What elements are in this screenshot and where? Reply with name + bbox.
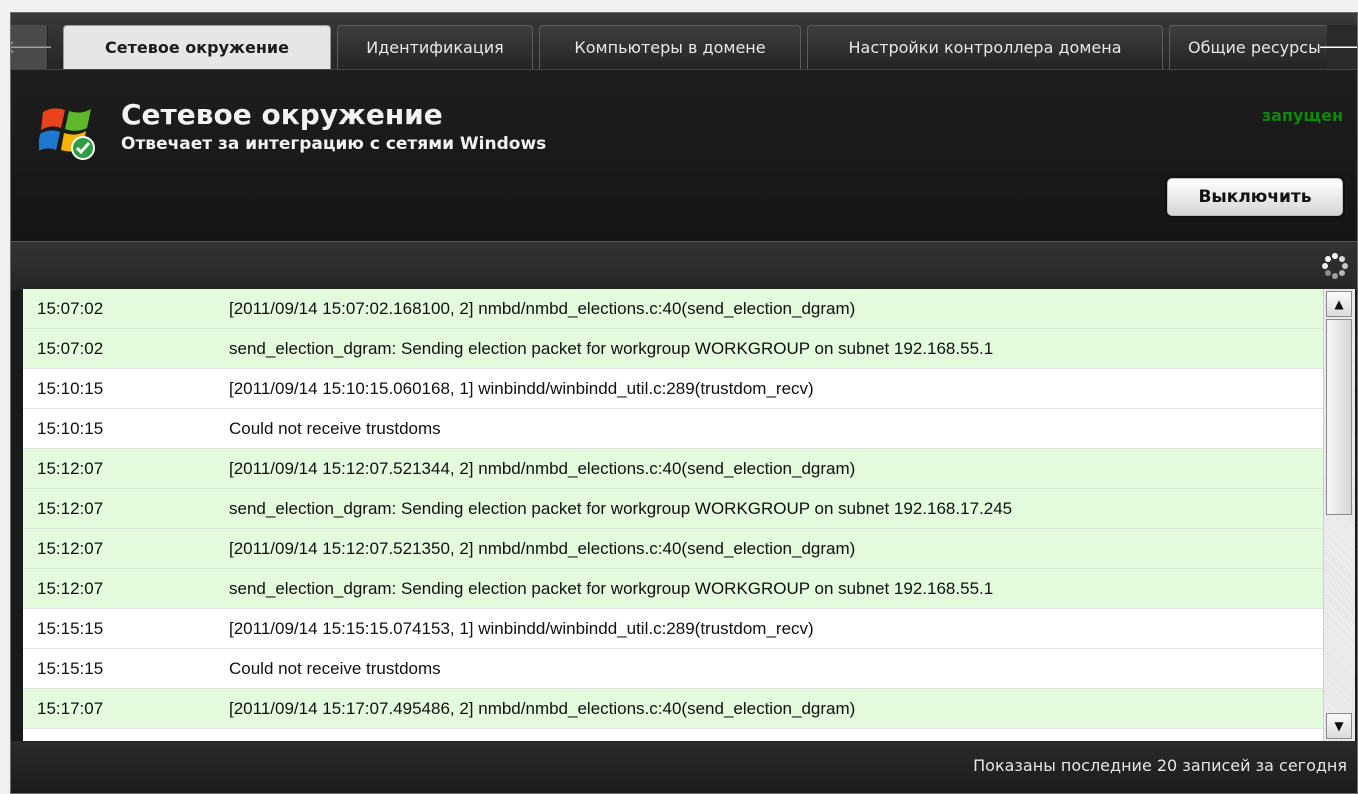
log-row[interactable]: 15:12:07 [2011/09/14 15:12:07.521350, 2] … (23, 529, 1323, 569)
tab-network-environment[interactable]: Сетевое окружение (63, 25, 331, 69)
log-footer: Показаны последние 20 записей за сегодня (11, 741, 1357, 793)
log-time: 15:15:15 (37, 658, 104, 678)
log-row[interactable]: 15:15:15 [2011/09/14 15:15:15.074153, 1] … (23, 609, 1323, 649)
log-row[interactable]: 15:07:02 [2011/09/14 15:07:02.168100, 2] … (23, 289, 1323, 329)
log-time: 15:07:02 (37, 298, 104, 318)
log-time: 15:12:07 (37, 538, 104, 558)
log-message: [2011/09/14 15:12:07.521344, 2] nmbd/nmb… (229, 458, 856, 478)
tab-identification[interactable]: Идентификация (337, 25, 533, 69)
status-badge: запущен (1261, 106, 1343, 125)
log-row[interactable]: 15:12:07 send_election_dgram: Sending ele… (23, 569, 1323, 609)
log-row[interactable]: 15:10:15 [2011/09/14 15:10:15.060168, 1] … (23, 369, 1323, 409)
log-row[interactable]: 15:15:15 Could not receive trustdoms (23, 649, 1323, 689)
windows-logo-icon (39, 108, 95, 160)
tab-domain-computers[interactable]: Компьютеры в домене (539, 25, 801, 69)
log-message: send_election_dgram: Sending election pa… (229, 338, 994, 358)
log-time: 15:12:07 (37, 458, 104, 478)
page-title: Сетевое окружение (121, 98, 443, 131)
log-message: send_election_dgram: Sending election pa… (229, 498, 1013, 518)
tab-bar: 🡐 Сетевое окружение Идентификация Компью… (11, 13, 1357, 69)
refresh-icon[interactable] (1321, 252, 1349, 280)
log-row[interactable]: 15:10:15 Could not receive trustdoms (23, 409, 1323, 449)
log-time: 15:07:02 (37, 338, 104, 358)
tab-shared-resources[interactable]: Общие ресурсы (1169, 25, 1331, 69)
log-message: [2011/09/14 15:12:07.521350, 2] nmbd/nmb… (229, 538, 856, 558)
log-time: 15:10:15 (37, 418, 104, 438)
log-message: send_election_dgram: Sending election pa… (229, 578, 994, 598)
log-toolbar (11, 241, 1357, 290)
scrollbar[interactable]: ▲ ▼ (1323, 289, 1355, 741)
log-row[interactable]: 15:12:07 [2011/09/14 15:12:07.521344, 2] … (23, 449, 1323, 489)
log-time: 15:15:15 (37, 618, 104, 638)
page-subtitle: Отвечает за интеграцию с сетями Windows (121, 134, 547, 154)
log-time: 15:10:15 (37, 378, 104, 398)
tab-domain-controller-settings[interactable]: Настройки контроллера домена (807, 25, 1163, 69)
scroll-thumb[interactable] (1326, 319, 1352, 515)
log-time: 15:12:07 (37, 498, 104, 518)
log-message: Could not receive trustdoms (229, 658, 441, 678)
log-time: 15:17:07 (37, 698, 104, 718)
log-message: [2011/09/14 15:07:02.168100, 2] nmbd/nmb… (229, 298, 856, 318)
log-list: 15:07:02 [2011/09/14 15:07:02.168100, 2] … (23, 289, 1323, 729)
scroll-up-icon[interactable]: ▲ (1326, 291, 1352, 317)
service-header: Сетевое окружение Отвечает за интеграцию… (11, 69, 1357, 242)
arrow-right-icon[interactable]: 🡒 (1318, 25, 1357, 69)
log-summary: Показаны последние 20 записей за сегодня (973, 756, 1347, 775)
log-panel: 15:07:02 [2011/09/14 15:07:02.168100, 2] … (23, 289, 1355, 741)
log-message: [2011/09/14 15:15:15.074153, 1] winbindd… (229, 618, 814, 638)
log-row[interactable]: 15:07:02 send_election_dgram: Sending ele… (23, 329, 1323, 369)
app-window: 🡐 Сетевое окружение Идентификация Компью… (10, 12, 1358, 794)
log-message: [2011/09/14 15:17:07.495486, 2] nmbd/nmb… (229, 698, 856, 718)
log-row[interactable]: 15:17:07 [2011/09/14 15:17:07.495486, 2] … (23, 689, 1323, 729)
stop-service-button[interactable]: Выключить (1167, 178, 1343, 216)
arrow-left-icon[interactable]: 🡐 (11, 25, 53, 69)
log-message: Could not receive trustdoms (229, 418, 441, 438)
log-row[interactable]: 15:12:07 send_election_dgram: Sending ele… (23, 489, 1323, 529)
log-message: [2011/09/14 15:10:15.060168, 1] winbindd… (229, 378, 814, 398)
log-time: 15:12:07 (37, 578, 104, 598)
scroll-down-icon[interactable]: ▼ (1326, 713, 1352, 739)
